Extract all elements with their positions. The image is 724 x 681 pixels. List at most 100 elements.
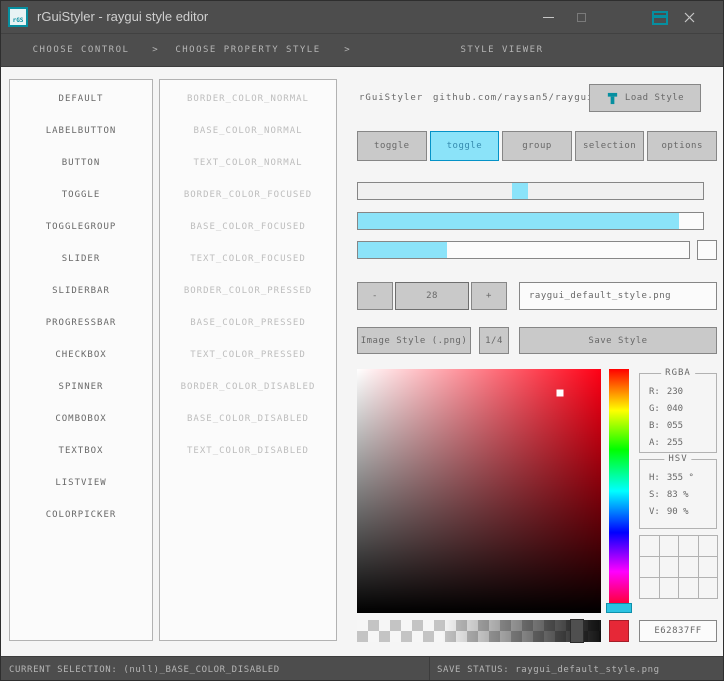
viewer-toggle-4[interactable]: options <box>647 131 717 161</box>
control-item-listview[interactable]: LISTVIEW <box>10 467 152 499</box>
property-item[interactable]: BASE_COLOR_DISABLED <box>160 403 336 435</box>
property-item[interactable]: TEXT_COLOR_DISABLED <box>160 435 336 467</box>
palette-cell[interactable] <box>679 536 698 556</box>
hsv-h-label: H: <box>649 472 660 483</box>
property-item[interactable]: TEXT_COLOR_FOCUSED <box>160 243 336 275</box>
hsv-groupbox: HSV H: 355 ° S: 83 % V: 90 % <box>639 454 717 529</box>
maximize-button[interactable] <box>564 1 598 34</box>
control-item-textbox[interactable]: TEXTBOX <box>10 435 152 467</box>
rgba-g-value: 040 <box>666 403 684 414</box>
rgba-g-row: G: 040 <box>640 400 716 417</box>
property-item[interactable]: TEXT_COLOR_NORMAL <box>160 147 336 179</box>
hex-color-textbox[interactable]: E62837FF <box>639 620 717 642</box>
palette-cell[interactable] <box>679 557 698 577</box>
viewer-toggle-2[interactable]: group <box>502 131 572 161</box>
statusbar-divider <box>429 657 430 680</box>
palette-cell[interactable] <box>659 557 678 577</box>
control-item-slider[interactable]: SLIDER <box>10 243 152 275</box>
control-item-progressbar[interactable]: PROGRESSBAR <box>10 307 152 339</box>
save-status: SAVE STATUS: raygui_default_style.png <box>437 664 660 675</box>
slider-handle[interactable] <box>512 183 529 199</box>
palette-cell[interactable] <box>679 578 698 598</box>
breadcrumb-choose-property-style: CHOOSE PROPERTY STYLE <box>175 45 321 55</box>
palette-cell[interactable] <box>640 578 659 598</box>
property-item[interactable]: TEXT_COLOR_PRESSED <box>160 339 336 371</box>
close-button[interactable] <box>672 1 706 34</box>
hsv-v-label: V: <box>649 506 660 517</box>
property-item[interactable]: BASE_COLOR_PRESSED <box>160 307 336 339</box>
hsv-title: HSV <box>664 454 692 464</box>
property-item[interactable]: BORDER_COLOR_NORMAL <box>160 83 336 115</box>
palette-cell[interactable] <box>640 557 659 577</box>
palette-cell[interactable] <box>659 578 678 598</box>
spinner-increment-button[interactable]: + <box>471 282 507 310</box>
control-item-checkbox[interactable]: CHECKBOX <box>10 339 152 371</box>
alpha-bar[interactable] <box>357 619 601 643</box>
control-item-default[interactable]: DEFAULT <box>10 83 152 115</box>
rgba-b-value: 055 <box>666 420 684 431</box>
hsv-s-label: S: <box>649 489 660 500</box>
statusbar: CURRENT SELECTION: (null)_BASE_COLOR_DIS… <box>1 656 723 680</box>
rgba-a-label: A: <box>649 437 660 448</box>
control-item-sliderbar[interactable]: SLIDERBAR <box>10 275 152 307</box>
properties-list: BORDER_COLOR_NORMAL BASE_COLOR_NORMAL TE… <box>159 79 337 641</box>
breadcrumb: CHOOSE CONTROL > CHOOSE PROPERTY STYLE >… <box>1 34 723 67</box>
property-item[interactable]: BASE_COLOR_FOCUSED <box>160 211 336 243</box>
rgba-groupbox: RGBA R: 230 G: 040 B: 055 A: 255 <box>639 368 717 453</box>
breadcrumb-separator: > <box>344 45 350 55</box>
save-style-button[interactable]: Save Style <box>519 327 717 354</box>
progressbar <box>357 212 704 230</box>
rgba-b-row: B: 055 <box>640 417 716 434</box>
hsv-v-row: V: 90 % <box>640 503 716 520</box>
control-item-toggle[interactable]: TOGGLE <box>10 179 152 211</box>
alpha-slider-handle[interactable] <box>569 619 584 643</box>
ratio-button[interactable]: 1/4 <box>479 327 509 354</box>
minimize-button[interactable] <box>531 1 565 34</box>
control-item-button[interactable]: BUTTON <box>10 147 152 179</box>
titlebar: rGS rGuiStyler - raygui style editor <box>1 1 723 34</box>
palette-cell[interactable] <box>640 536 659 556</box>
filename-textbox[interactable]: raygui_default_style.png <box>519 282 717 310</box>
palette-cell[interactable] <box>659 536 678 556</box>
rgba-a-value: 255 <box>666 437 684 448</box>
control-item-combobox[interactable]: COMBOBOX <box>10 403 152 435</box>
spinner-decrement-button[interactable]: - <box>357 282 393 310</box>
control-item-colorpicker[interactable]: COLORPICKER <box>10 499 152 531</box>
hsv-v-value: 90 % <box>666 506 689 517</box>
hue-bar[interactable] <box>606 369 632 614</box>
app-logo-icon: rGS <box>8 7 28 27</box>
app-name-label: rGuiStyler <box>359 93 424 103</box>
rgba-r-row: R: 230 <box>640 383 716 400</box>
app-window: rGS rGuiStyler - raygui style editor CHO… <box>0 0 724 681</box>
hue-slider-handle[interactable] <box>606 603 632 614</box>
viewer-toggle-0[interactable]: toggle <box>357 131 427 161</box>
repo-link[interactable]: github.com/raysan5/raygui <box>433 93 593 103</box>
progressbar-fill <box>358 213 679 229</box>
viewer-toggle-1[interactable]: toggle <box>429 131 500 161</box>
property-item[interactable]: BORDER_COLOR_DISABLED <box>160 371 336 403</box>
property-item[interactable]: BORDER_COLOR_PRESSED <box>160 275 336 307</box>
control-item-labelbutton[interactable]: LABELBUTTON <box>10 115 152 147</box>
palette-cell[interactable] <box>698 557 717 577</box>
control-item-togglegroup[interactable]: TOGGLEGROUP <box>10 211 152 243</box>
property-item[interactable]: BASE_COLOR_NORMAL <box>160 115 336 147</box>
control-item-spinner[interactable]: SPINNER <box>10 371 152 403</box>
rgba-title: RGBA <box>661 368 695 378</box>
rgba-r-label: R: <box>649 386 660 397</box>
spinner-value[interactable]: 28 <box>395 282 469 310</box>
saturation-value-panel[interactable] <box>357 369 601 613</box>
minimize-icon <box>542 17 554 18</box>
window-title: rGuiStyler - raygui style editor <box>37 9 209 24</box>
image-style-button[interactable]: Image Style (.png) <box>357 327 471 354</box>
property-item[interactable]: BORDER_COLOR_FOCUSED <box>160 179 336 211</box>
rgba-r-value: 230 <box>666 386 684 397</box>
load-style-button[interactable]: Load Style <box>589 84 701 112</box>
viewer-toggle-3[interactable]: selection <box>574 131 645 161</box>
palette-cell[interactable] <box>698 536 717 556</box>
slider[interactable] <box>357 182 704 200</box>
hsv-s-row: S: 83 % <box>640 486 716 503</box>
sliderbar[interactable] <box>357 241 690 259</box>
sv-cursor[interactable] <box>556 389 564 397</box>
palette-cell[interactable] <box>698 578 717 598</box>
checkbox[interactable] <box>697 240 717 260</box>
